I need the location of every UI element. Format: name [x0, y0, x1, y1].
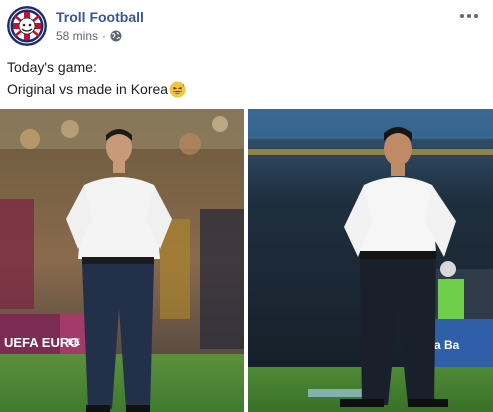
post-meta: 58 mins ·	[56, 29, 122, 43]
post-text-line-2-label: Original vs made in Korea	[7, 81, 169, 97]
post-timestamp[interactable]: 58 mins	[56, 29, 98, 43]
post-header: Troll Football 58 mins ·	[0, 0, 493, 52]
left-board-text-2: EE	[68, 337, 80, 347]
photo-left[interactable]: UEFA EURO EE	[0, 109, 244, 412]
photo-right[interactable]: Ea Ba	[248, 109, 493, 412]
post-text: Today's game: Original vs made in Korea	[7, 56, 186, 100]
globe-icon[interactable]	[110, 30, 122, 42]
page-name-link[interactable]: Troll Football	[56, 9, 144, 25]
post-text-line-2: Original vs made in Korea	[7, 78, 186, 100]
more-options-icon[interactable]	[457, 6, 481, 26]
avatar[interactable]	[7, 6, 47, 46]
post-text-line-1: Today's game:	[7, 59, 97, 75]
meta-separator: ·	[102, 29, 107, 43]
grinning-sweat-emoji-icon	[169, 81, 186, 98]
